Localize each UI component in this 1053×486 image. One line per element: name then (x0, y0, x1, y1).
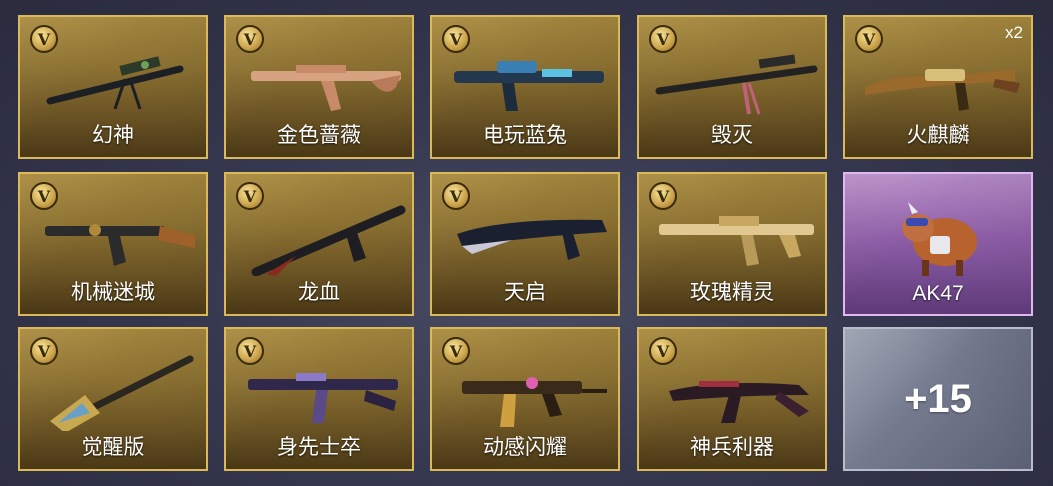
item-card-apocalypse[interactable]: V 天启 (430, 172, 620, 316)
item-label: 金色蔷薇 (277, 123, 361, 147)
item-label: 机械迷城 (71, 280, 155, 304)
assault-rifle-icon (659, 216, 814, 266)
smg-icon (462, 377, 607, 427)
assault-rifle-icon (669, 381, 809, 423)
bison-character-icon (902, 202, 977, 276)
item-card-dynamic-shine[interactable]: V 动感闪耀 (430, 327, 620, 471)
item-label: 神兵利器 (690, 435, 774, 459)
item-card-golden-rose[interactable]: V 金色蔷薇 (224, 15, 414, 159)
item-card-fire-qilin[interactable]: V x2 火麒麟 (843, 15, 1033, 159)
sniper-rifle-icon (46, 56, 184, 110)
item-label: 幻神 (92, 123, 134, 147)
item-label: 觉醒版 (81, 435, 145, 459)
more-items-card[interactable]: +15 (843, 327, 1033, 471)
assault-rifle-icon (457, 219, 607, 260)
item-card-destruction[interactable]: V 毁灭 (637, 15, 827, 159)
item-card-divine-weapon[interactable]: V 神兵利器 (637, 327, 827, 471)
assault-rifle-icon (45, 224, 195, 266)
item-label: 玫瑰精灵 (690, 280, 774, 304)
item-card-awakened[interactable]: V 觉醒版 (18, 327, 208, 471)
item-card-blue-rabbit[interactable]: V 电玩蓝兔 (430, 15, 620, 159)
item-label: 身先士卒 (277, 435, 361, 459)
item-card-vanguard[interactable]: V 身先士卒 (224, 327, 414, 471)
item-card-machinarium[interactable]: V 机械迷城 (18, 172, 208, 316)
assault-rifle-icon (248, 373, 398, 423)
shovel-weapon-icon (50, 355, 194, 431)
assault-rifle-icon (865, 69, 1020, 111)
assault-rifle-icon (251, 65, 401, 111)
item-label: 毁灭 (711, 123, 753, 147)
assault-rifle-icon (454, 61, 604, 111)
item-label: 火麒麟 (906, 123, 970, 147)
item-card-rose-spirit[interactable]: V 玫瑰精灵 (637, 172, 827, 316)
item-label: 天启 (504, 280, 546, 304)
item-label: 龙血 (298, 280, 340, 304)
reward-grid: V 幻神 V 金色蔷薇 V 电玩蓝兔 V 毁灭 V x2 火麒麟 V 机械迷城 … (0, 0, 1053, 486)
item-label: AK47 (912, 282, 964, 305)
item-label: 动感闪耀 (483, 435, 567, 459)
item-card-ak47[interactable]: AK47 (843, 172, 1033, 316)
sniper-rifle-icon (655, 54, 818, 115)
assault-rifle-icon (251, 205, 406, 276)
item-card-dragon-blood[interactable]: V 龙血 (224, 172, 414, 316)
item-card-huanshen[interactable]: V 幻神 (18, 15, 208, 159)
more-count: +15 (904, 376, 972, 421)
item-label: 电玩蓝兔 (483, 123, 567, 147)
